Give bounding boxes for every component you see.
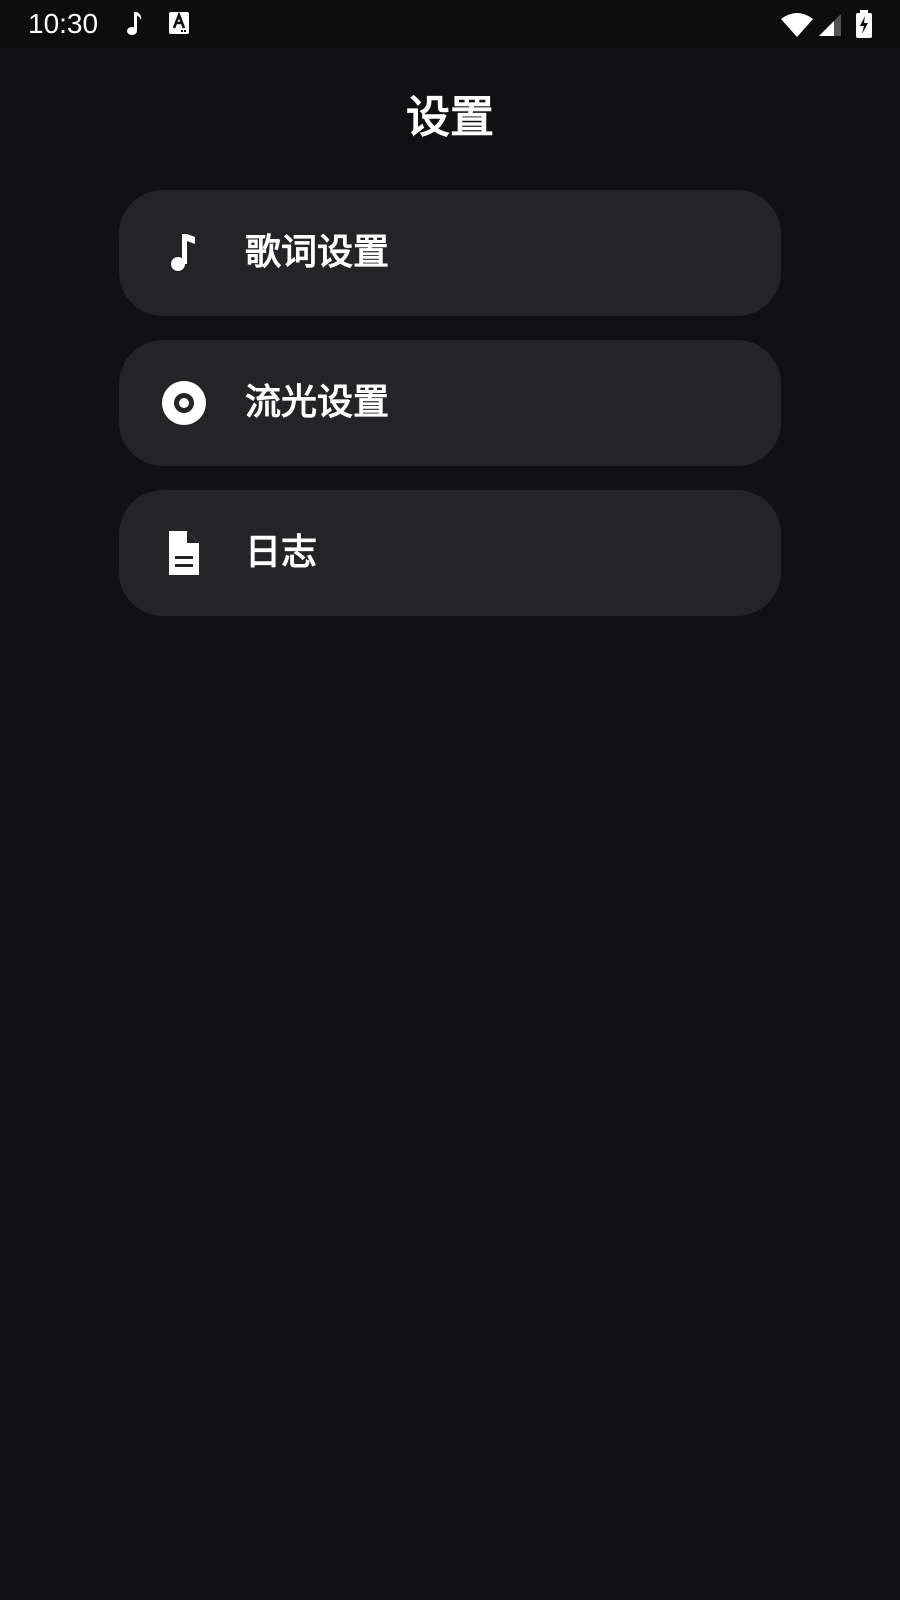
menu-item-log[interactable]: 日志 [119,490,781,616]
wifi-icon [780,12,814,42]
menu-item-label: 流光设置 [245,382,390,423]
page-title: 设置 [406,92,494,143]
disc-icon [161,380,207,426]
music-note-icon [161,230,207,276]
menu-item-glow-settings[interactable]: 流光设置 [119,340,781,466]
document-icon [161,530,207,576]
status-bar: 10:30 [0,0,900,48]
status-time: 10:30 [28,8,99,39]
music-note-icon [124,10,144,42]
menu-item-lyrics-settings[interactable]: 歌词设置 [119,190,781,316]
battery-charging-icon [855,10,873,42]
menu-item-label: 歌词设置 [245,232,390,273]
settings-menu-list: 歌词设置 流光设置 日志 [119,190,781,640]
font-a-icon [168,10,190,40]
menu-item-label: 日志 [245,532,318,573]
cell-signal-icon [818,13,842,41]
